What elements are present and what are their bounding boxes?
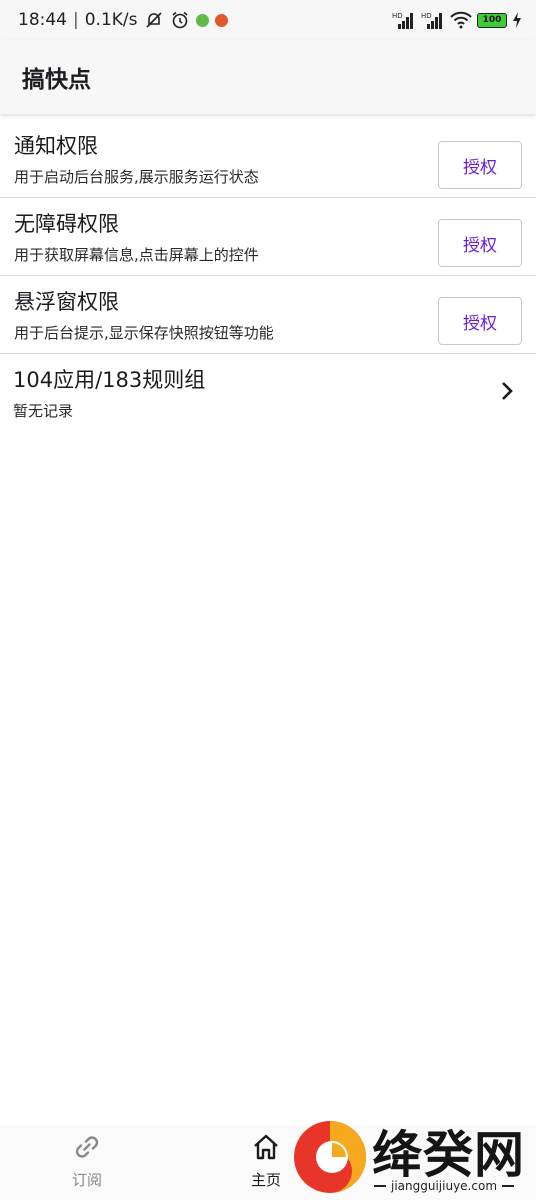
status-separator: | xyxy=(73,10,79,30)
watermark-line-left xyxy=(374,1185,386,1187)
nav-label-subscription: 订阅 xyxy=(72,1171,103,1189)
permission-title: 通知权限 xyxy=(14,134,98,158)
watermark-logo-icon xyxy=(294,1121,366,1193)
home-icon xyxy=(251,1133,281,1165)
mute-vibrate-icon xyxy=(144,10,164,30)
grant-notification-button[interactable]: 授权 xyxy=(438,141,522,189)
permission-text: 悬浮窗权限 用于后台提示,显示保存快照按钮等功能 xyxy=(14,286,274,343)
orange-app-icon xyxy=(214,13,228,27)
rules-summary-row[interactable]: 104应用/183规则组 暂无记录 xyxy=(0,354,536,430)
rules-text: 104应用/183规则组 暂无记录 xyxy=(13,364,205,421)
status-bar: 18:44 | 0.1K/s HD HD 100 xyxy=(0,0,536,40)
nav-item-subscription[interactable]: 订阅 xyxy=(72,1133,102,1190)
grant-accessibility-button[interactable]: 授权 xyxy=(438,219,522,267)
nav-label-home: 主页 xyxy=(251,1171,282,1189)
permission-description: 用于获取屏幕信息,点击屏幕上的控件 xyxy=(14,246,259,264)
permission-text: 通知权限 用于启动后台服务,展示服务运行状态 xyxy=(14,130,259,187)
watermark: 绛癸网 jiangguijiuye.com xyxy=(292,1113,536,1200)
watermark-line-right xyxy=(502,1185,515,1187)
permission-description: 用于启动后台服务,展示服务运行状态 xyxy=(14,168,259,186)
grant-overlay-button[interactable]: 授权 xyxy=(438,297,522,345)
status-left: 18:44 | 0.1K/s xyxy=(18,10,228,30)
app-bar: 搞快点 xyxy=(0,40,536,114)
permission-row-overlay: 悬浮窗权限 用于后台提示,显示保存快照按钮等功能 授权 xyxy=(0,276,536,354)
battery-icon: 100 xyxy=(477,12,507,28)
watermark-url: jiangguijiuye.com xyxy=(374,1179,515,1193)
app-title: 搞快点 xyxy=(22,67,91,93)
permission-text: 无障碍权限 用于获取屏幕信息,点击屏幕上的控件 xyxy=(14,208,259,265)
alarm-icon xyxy=(170,10,190,30)
network-speed: 0.1K/s xyxy=(84,10,138,30)
signal-icon-2: HD xyxy=(421,11,445,29)
signal-icon-1: HD xyxy=(392,11,416,29)
permission-title: 悬浮窗权限 xyxy=(14,290,119,314)
status-time: 18:44 xyxy=(18,10,67,30)
status-right: HD HD 100 xyxy=(392,11,522,29)
svg-text:HD: HD xyxy=(392,12,403,20)
green-app-icon xyxy=(195,13,209,27)
permission-row-notification: 通知权限 用于启动后台服务,展示服务运行状态 授权 xyxy=(0,120,536,198)
rules-title: 104应用/183规则组 xyxy=(13,367,206,392)
nav-item-home[interactable]: 主页 xyxy=(251,1133,281,1190)
charging-icon xyxy=(512,12,522,28)
chevron-right-icon xyxy=(500,380,514,406)
rules-subtitle: 暂无记录 xyxy=(13,401,74,420)
watermark-url-text: jiangguijiuye.com xyxy=(391,1179,498,1193)
permission-title: 无障碍权限 xyxy=(14,212,119,236)
watermark-text: 绛癸网 xyxy=(372,1126,525,1184)
link-icon xyxy=(72,1133,102,1165)
permission-row-accessibility: 无障碍权限 用于获取屏幕信息,点击屏幕上的控件 授权 xyxy=(0,198,536,276)
permission-description: 用于后台提示,显示保存快照按钮等功能 xyxy=(14,324,274,342)
wifi-icon xyxy=(450,11,472,29)
svg-text:HD: HD xyxy=(421,12,432,20)
permission-list: 通知权限 用于启动后台服务,展示服务运行状态 授权 无障碍权限 用于获取屏幕信息… xyxy=(0,120,536,430)
